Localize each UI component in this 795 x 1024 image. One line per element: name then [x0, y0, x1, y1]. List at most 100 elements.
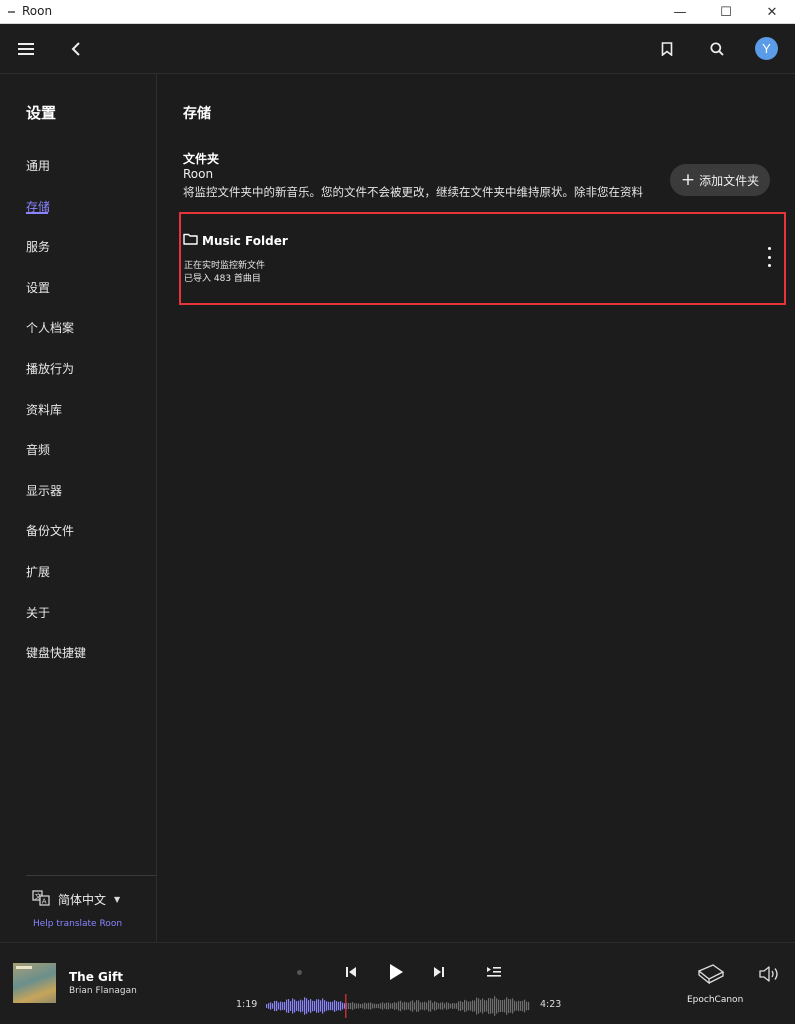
- track-duration: 4:23: [540, 999, 562, 1010]
- bookmark-icon[interactable]: [651, 33, 683, 65]
- waveform-bar: [484, 1000, 486, 1012]
- waveform-bar: [348, 1002, 350, 1010]
- waveform-bar: [338, 1001, 340, 1011]
- waveform-bar: [444, 1003, 446, 1009]
- waveform-bar: [486, 1000, 488, 1012]
- waveform-bar: [426, 1002, 428, 1010]
- menu-icon[interactable]: [10, 33, 42, 65]
- waveform-bar: [296, 1001, 298, 1011]
- waveform-bar: [392, 1003, 394, 1009]
- waveform-bar: [324, 1000, 326, 1012]
- back-icon[interactable]: [60, 33, 92, 65]
- album-art[interactable]: [13, 963, 56, 1003]
- more-options-icon[interactable]: [763, 247, 775, 267]
- section-subtitle: Roon: [183, 167, 214, 181]
- waveform-bar: [482, 998, 484, 1014]
- waveform-bar: [308, 1000, 310, 1012]
- sidebar-item-displays[interactable]: 显示器: [26, 482, 62, 499]
- waveform-bar: [454, 1003, 456, 1009]
- waveform-bar: [328, 1001, 330, 1011]
- waveform-bar: [304, 997, 306, 1015]
- zone-name[interactable]: EpochCanon: [687, 995, 743, 1005]
- waveform-bar: [496, 998, 498, 1014]
- waveform-bar: [450, 1003, 452, 1009]
- waveform-bar: [270, 1002, 272, 1010]
- sidebar-item-backups[interactable]: 备份文件: [26, 522, 74, 539]
- waveform-bar: [394, 1002, 396, 1010]
- waveform-bar: [466, 1000, 468, 1012]
- sidebar-item-audio[interactable]: 音频: [26, 441, 50, 458]
- avatar[interactable]: Y: [755, 37, 778, 60]
- folder-icon: [183, 233, 198, 248]
- sidebar-item-general[interactable]: 通用: [26, 157, 50, 174]
- track-artist[interactable]: Brian Flanagan: [69, 986, 137, 996]
- waveform-bar: [508, 998, 510, 1014]
- waveform-bar: [506, 997, 508, 1015]
- maximize-button[interactable]: ☐: [703, 0, 749, 24]
- waveform-bar: [434, 1001, 436, 1011]
- waveform-bar: [376, 1003, 378, 1009]
- waveform-bar: [360, 1003, 362, 1009]
- folder-status: 正在实时监控新文件: [184, 261, 266, 271]
- waveform-bar: [374, 1003, 376, 1009]
- help-translate-link[interactable]: Help translate Roon: [33, 919, 122, 929]
- waveform-bar: [514, 1000, 516, 1012]
- waveform-bar: [274, 1001, 276, 1011]
- waveform-bar: [396, 1002, 398, 1010]
- waveform-bar: [438, 1003, 440, 1009]
- sidebar-item-setup[interactable]: 设置: [26, 279, 50, 296]
- radio-indicator-icon[interactable]: [292, 965, 306, 979]
- waveform-bar: [322, 998, 324, 1014]
- waveform-bar: [306, 998, 308, 1014]
- zone-device-icon[interactable]: [695, 960, 727, 986]
- waveform-bar: [364, 1002, 366, 1010]
- waveform-bar: [402, 1002, 404, 1010]
- waveform-bar: [358, 1003, 360, 1009]
- translate-icon: 文A: [32, 890, 50, 909]
- search-icon[interactable]: [701, 33, 733, 65]
- sidebar-item-library[interactable]: 资料库: [26, 401, 62, 418]
- add-folder-button[interactable]: + 添加文件夹: [670, 164, 770, 196]
- folder-card[interactable]: Music Folder 正在实时监控新文件 已导入 483 首曲目: [179, 212, 786, 305]
- sidebar-item-services[interactable]: 服务: [26, 238, 50, 255]
- waveform-bar: [288, 999, 290, 1013]
- waveform-bar: [290, 1001, 292, 1011]
- language-selector[interactable]: 文A 简体中文 ▼: [32, 890, 120, 909]
- waveform-bar: [278, 1002, 280, 1010]
- waveform-bar: [412, 1000, 414, 1012]
- sidebar-item-profile[interactable]: 个人档案: [26, 319, 74, 336]
- seek-waveform[interactable]: [266, 994, 530, 1018]
- plus-icon: +: [680, 169, 696, 190]
- playhead[interactable]: [345, 994, 347, 1018]
- waveform-bar: [268, 1003, 270, 1009]
- waveform-bar: [440, 1002, 442, 1010]
- waveform-bar: [452, 1003, 454, 1009]
- waveform-bar: [386, 1002, 388, 1010]
- elapsed-time: 1:19: [236, 999, 258, 1010]
- next-track-icon[interactable]: [428, 961, 450, 983]
- minimize-button[interactable]: —: [657, 0, 703, 24]
- close-window-button[interactable]: ✕: [749, 0, 795, 24]
- waveform-bar: [400, 1000, 402, 1012]
- waveform-bar: [432, 1002, 434, 1010]
- waveform-bar: [480, 999, 482, 1013]
- waveform-bar: [492, 998, 494, 1014]
- app-header: Y: [0, 24, 795, 74]
- sidebar-item-keyboard-shortcuts[interactable]: 键盘快捷键: [26, 644, 86, 661]
- sidebar-item-about[interactable]: 关于: [26, 604, 50, 621]
- waveform-bar: [380, 1003, 382, 1009]
- waveform-bar: [350, 1002, 352, 1010]
- waveform-bar: [370, 1002, 372, 1010]
- waveform-bar: [280, 1001, 282, 1011]
- waveform-bar: [352, 1002, 354, 1010]
- queue-icon[interactable]: [484, 963, 504, 981]
- previous-track-icon[interactable]: [340, 961, 362, 983]
- waveform-bar: [494, 996, 496, 1016]
- sidebar-item-extensions[interactable]: 扩展: [26, 563, 50, 580]
- waveform-bar: [446, 1002, 448, 1010]
- sidebar-item-playback[interactable]: 播放行为: [26, 360, 74, 377]
- play-icon[interactable]: [382, 958, 410, 986]
- track-title[interactable]: The Gift: [69, 970, 123, 984]
- app-icon: [8, 11, 15, 13]
- volume-icon[interactable]: [756, 963, 782, 985]
